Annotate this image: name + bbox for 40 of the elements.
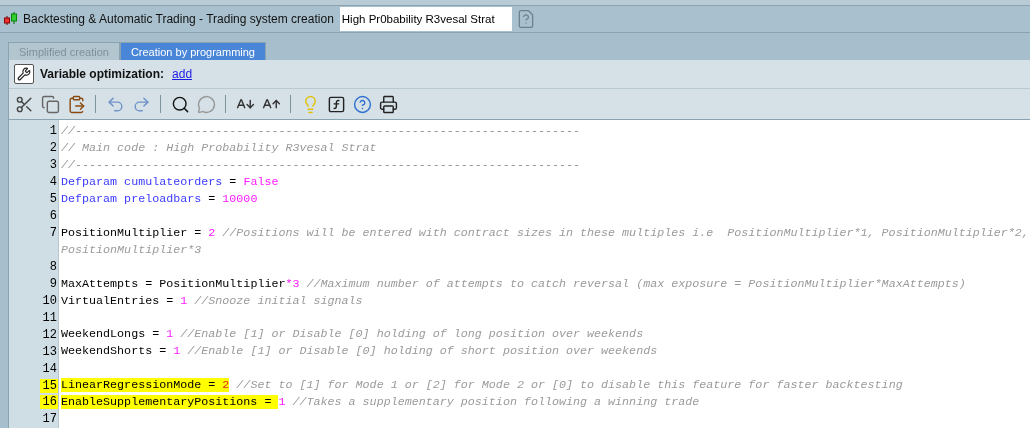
line-number: 3 <box>48 158 58 173</box>
line-number: 16 <box>39 395 58 410</box>
add-link[interactable]: add <box>172 67 193 81</box>
line-number: 5 <box>48 192 58 207</box>
line-number: 10 <box>41 293 58 308</box>
line-number: 11 <box>41 310 58 325</box>
code-line: VirtualEntries = 1 //Snooze initial signals <box>61 292 363 310</box>
code-line: Defparam cumulateorders = False <box>61 174 279 191</box>
code-line: // Main code : High Probability R3vesal Strat <box>61 140 377 157</box>
code-line: LinearRegressionMode = 2 //Set to [1] for Mode 1 or [2] for Mode 2 or [0] to disable this feature for faster backtesting <box>61 377 903 395</box>
line-number: 2 <box>48 141 58 156</box>
code-line: PositionMultiplier = 2 //Positions will be entered with contract sizes in these multiples i.e PositionMultiplier*1, PositionMultiplier*2, <box>61 224 1029 242</box>
line-number: 17 <box>41 412 58 427</box>
print-button[interactable] <box>378 93 398 115</box>
code-line: MaxAttempts = PositionMultiplier*3 //Maximum number of attempts to catch reversal (max exposure = PositionMultiplier*MaxAttempts) <box>61 275 966 293</box>
code-line: //------------------------------------------------------------------------ <box>61 157 580 174</box>
paste-button[interactable] <box>66 93 86 115</box>
line-number: 7 <box>48 226 58 241</box>
window-title: Backtesting & Automatic Trading - Trading system creation <box>23 12 334 26</box>
wrench-button[interactable] <box>14 64 34 84</box>
line-number: 1 <box>48 124 58 139</box>
code-line: Defparam preloadbars = 10000 <box>61 191 258 208</box>
line-number: 12 <box>41 327 58 342</box>
line-number: 9 <box>48 276 58 291</box>
line-number: 14 <box>41 361 58 376</box>
help-button[interactable] <box>352 93 372 115</box>
code-line: EnableSupplementaryPositions = 1 //Takes a supplementary position following a winning trade <box>61 394 700 412</box>
code-line: WeekendLongs = 1 //Enable [1] or Disable [0] holding of long position over weekends <box>61 326 644 344</box>
line-number: 4 <box>48 175 58 190</box>
code-line: WeekendShorts = 1 //Enable [1] or Disable [0] holding of short position over weekends <box>61 343 658 361</box>
optimization-label: Variable optimization: <box>40 67 165 81</box>
line-number: 13 <box>41 344 58 359</box>
copy-button[interactable] <box>40 93 60 115</box>
line-number: 6 <box>48 209 58 224</box>
line-number: 15 <box>39 378 58 393</box>
code-line: //------------------------------------------------------------------------ <box>61 123 580 140</box>
code-line: PositionMultiplier*3 <box>61 241 202 259</box>
line-number: 8 <box>48 259 58 274</box>
system-name-field[interactable]: High Pr0bability R3vesal Strat <box>339 7 512 31</box>
candlestick-icon <box>3 11 19 27</box>
